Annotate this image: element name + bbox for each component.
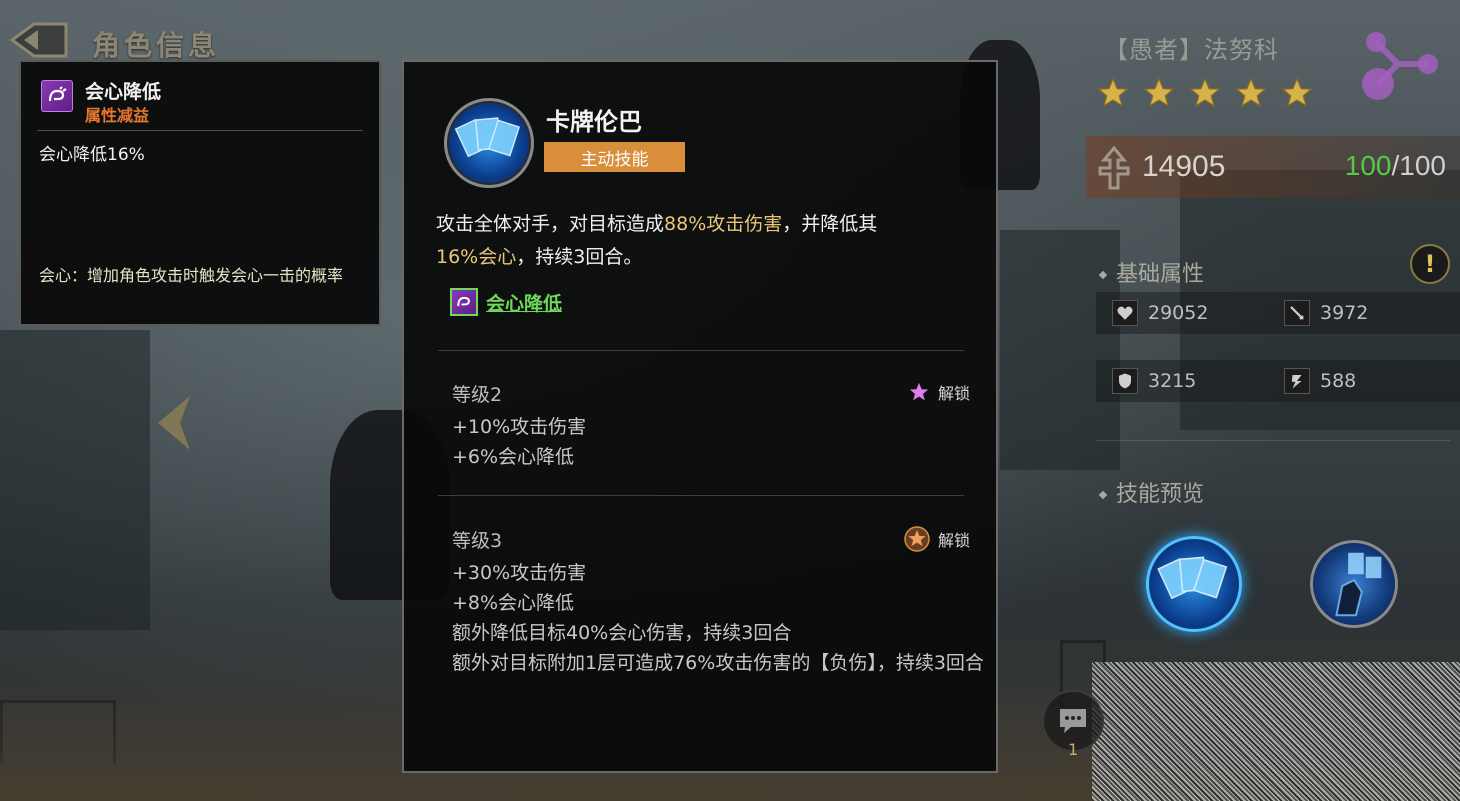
level-2-unlock: 解锁	[908, 380, 970, 404]
base-attributes-title: 基础属性	[1100, 256, 1204, 288]
share-button[interactable]	[1358, 28, 1444, 104]
skill-description: 攻击全体对手，对目标造成88%攻击伤害，并降低其 16%会心，持续3回合。	[436, 208, 976, 274]
star-icon	[1097, 77, 1129, 108]
card-skill-icon	[1157, 556, 1228, 600]
skill-preview-card-rumba[interactable]	[1146, 536, 1242, 632]
star-icon	[1189, 77, 1221, 108]
tooltip-divider	[37, 130, 363, 131]
star-pink-icon	[909, 382, 929, 401]
back-button[interactable]	[8, 20, 70, 60]
defense-stat-value: 3215	[1148, 370, 1197, 392]
back-arrow-icon	[9, 22, 68, 58]
shield-icon	[1112, 368, 1138, 394]
star-badge-icon	[904, 526, 930, 552]
desc-text-2: ，并降低其	[782, 213, 878, 235]
level-3-effect-4: 额外对目标附加1层可造成76%攻击伤害的【负伤】，持续3回合	[452, 652, 984, 674]
level-2-effect-2: +6%会心降低	[452, 446, 575, 468]
power-icon	[1098, 146, 1130, 190]
skill-preview-second[interactable]	[1310, 540, 1398, 628]
skill-name: 卡牌伦巴	[546, 108, 642, 136]
divider	[1096, 440, 1450, 441]
power-value: 14905	[1142, 150, 1226, 183]
tooltip-note: 会心：增加角色攻击时触发会心一击的概率	[39, 266, 344, 285]
debuff-mini-icon	[450, 288, 478, 316]
hp-current: 100	[1344, 150, 1392, 181]
level-3-unlock-label: 解锁	[937, 531, 970, 550]
chat-count: 1	[1068, 740, 1079, 759]
speed-icon	[1284, 368, 1310, 394]
desc-text-3: ，持续3回合。	[516, 246, 643, 268]
skill-detail-panel: 卡牌伦巴 主动技能 攻击全体对手，对目标造成88%攻击伤害，并降低其 16%会心，…	[402, 60, 998, 773]
speed-stat-value: 588	[1320, 370, 1357, 392]
hero-name: 【愚者】法努科	[1104, 36, 1279, 64]
speed-stat: 588	[1284, 368, 1356, 394]
hp-max: /100	[1391, 150, 1447, 181]
level-2-title: 等级2	[452, 384, 503, 406]
sword-icon	[1284, 300, 1310, 326]
info-alert-icon[interactable]: !	[1410, 244, 1450, 284]
level-2-unlock-label: 解锁	[937, 384, 970, 403]
page-title: 角色信息	[92, 29, 221, 62]
hp-value: 100/100	[1345, 150, 1446, 182]
level-3-title: 等级3	[452, 530, 503, 552]
share-icon	[1362, 32, 1438, 100]
debuff-tooltip: 会心降低 属性减益 会心降低16% 会心：增加角色攻击时触发会心一击的概率	[19, 60, 381, 326]
attack-stat: 3972	[1284, 300, 1368, 326]
star-icon	[1143, 77, 1175, 108]
level-3-effect-3: 额外降低目标40%会心伤害，持续3回合	[452, 622, 792, 644]
level-3-effect-2: +8%会心降低	[452, 592, 575, 614]
tooltip-effect: 会心降低16%	[39, 145, 145, 165]
skill-type-badge: 主动技能	[544, 142, 685, 172]
chevron-left-icon	[158, 396, 190, 450]
level-2-effect-1: +10%攻击伤害	[452, 416, 587, 438]
previous-hero-button[interactable]	[150, 392, 196, 454]
obscured-region	[1092, 662, 1460, 801]
attack-stat-value: 3972	[1320, 302, 1369, 324]
debuff-icon	[41, 80, 73, 112]
chat-icon	[1060, 709, 1086, 733]
level-2-effects: +10%攻击伤害 +6%会心降低	[452, 412, 992, 472]
star-icon	[1281, 77, 1313, 108]
hero-star-rating	[1096, 76, 1314, 110]
hp-stat-value: 29052	[1148, 302, 1209, 324]
desc-highlight-crit: 16%会心	[436, 246, 517, 268]
tooltip-subtitle: 属性减益	[85, 106, 150, 125]
debuff-link[interactable]: 会心降低	[450, 288, 562, 316]
tooltip-title: 会心降低	[85, 81, 162, 103]
card-rumba-skill-icon	[444, 98, 534, 188]
desc-highlight-damage: 88%攻击伤害	[664, 213, 783, 235]
divider	[438, 495, 964, 496]
star-icon	[1235, 77, 1267, 108]
debuff-link-label: 会心降低	[486, 292, 563, 315]
defense-stat: 3215	[1112, 368, 1196, 394]
skill-preview-title: 技能预览	[1100, 476, 1204, 508]
heart-icon	[1112, 300, 1138, 326]
level-3-unlock: 解锁	[904, 526, 970, 552]
hand-card-skill-icon	[1335, 552, 1382, 617]
divider	[438, 350, 964, 351]
hp-stat: 29052	[1112, 300, 1208, 326]
level-3-effects: +30%攻击伤害 +8%会心降低 额外降低目标40%会心伤害，持续3回合 额外对…	[452, 558, 987, 678]
level-3-effect-1: +30%攻击伤害	[452, 562, 587, 584]
desc-text-1: 攻击全体对手，对目标造成	[436, 213, 665, 235]
